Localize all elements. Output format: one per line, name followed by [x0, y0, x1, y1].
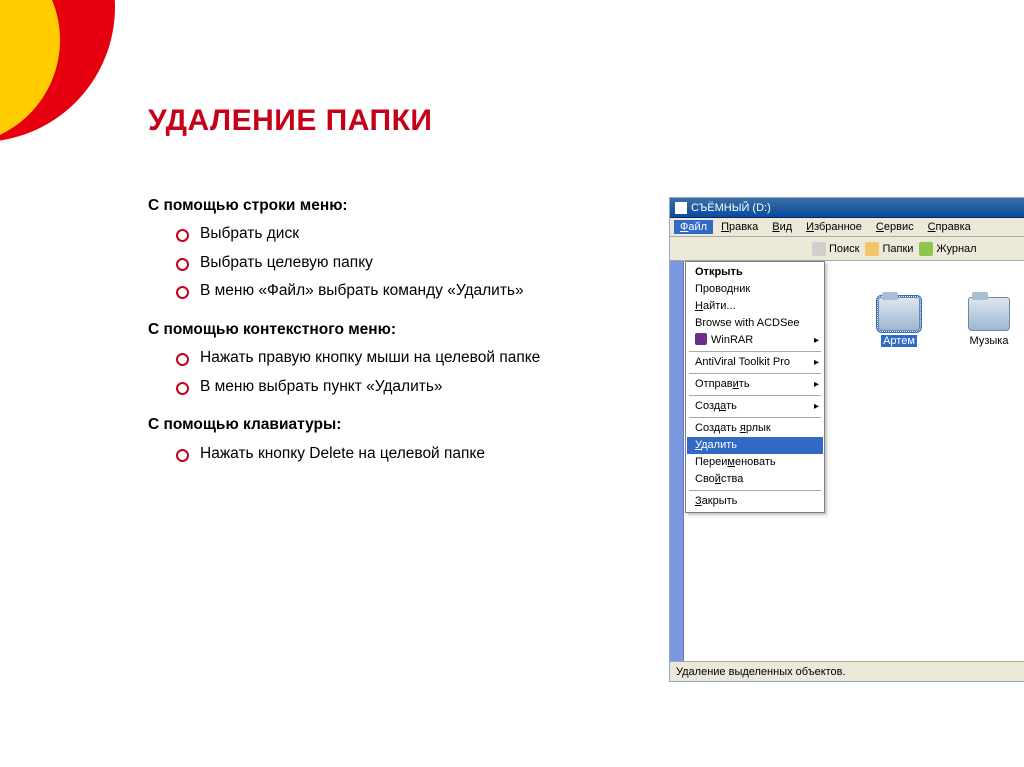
folder-icon	[878, 297, 920, 331]
menu-item[interactable]: AntiViral Toolkit Pro	[687, 354, 823, 371]
bullet-item: Нажать правую кнопку мыши на целевой пап…	[176, 347, 598, 369]
folders-button[interactable]: Папки	[865, 242, 913, 256]
toolbar[interactable]: Поиск Папки Журнал	[670, 237, 1024, 261]
section-heading: С помощью контекстного меню:	[148, 319, 598, 341]
bullet-item: Выбрать диск	[176, 223, 598, 245]
explorer-sidebar	[670, 261, 684, 661]
menu-избранное[interactable]: Избранное	[800, 220, 868, 234]
menu-вид[interactable]: Вид	[766, 220, 798, 234]
slide-title: УДАЛЕНИЕ ПАПКИ	[148, 104, 432, 138]
menu-item[interactable]: Создать ярлык	[687, 420, 823, 437]
menu-separator	[689, 417, 821, 418]
window-title: СЪЁМНЫЙ (D:)	[691, 202, 771, 214]
menu-item[interactable]: Открыть	[687, 264, 823, 281]
menu-item[interactable]: Создать	[687, 398, 823, 415]
section-heading: С помощью клавиатуры:	[148, 414, 598, 436]
menu-item[interactable]: Переименовать	[687, 454, 823, 471]
slide-content: С помощью строки меню:Выбрать дискВыбрат…	[148, 195, 598, 473]
search-label: Поиск	[829, 243, 859, 255]
menu-separator	[689, 373, 821, 374]
menu-item[interactable]: Найти...	[687, 298, 823, 315]
search-icon	[812, 242, 826, 256]
journal-label: Журнал	[936, 243, 976, 255]
menu-item[interactable]: Удалить	[687, 437, 823, 454]
bullet-item: В меню «Файл» выбрать команду «Удалить»	[176, 280, 598, 302]
menu-separator	[689, 351, 821, 352]
bullet-list: Нажать кнопку Delete на целевой папке	[148, 443, 598, 465]
file-dropdown-menu[interactable]: ОткрытьПроводникНайти...Browse with ACDS…	[685, 261, 825, 513]
explorer-client-area[interactable]: ОткрытьПроводникНайти...Browse with ACDS…	[670, 261, 1024, 661]
folders-icon	[865, 242, 879, 256]
status-text: Удаление выделенных объектов.	[676, 666, 846, 678]
journal-icon	[919, 242, 933, 256]
explorer-window: СЪЁМНЫЙ (D:) ФайлПравкаВидИзбранноеСерви…	[670, 198, 1024, 681]
folders-label: Папки	[882, 243, 913, 255]
status-bar: Удаление выделенных объектов.	[670, 661, 1024, 681]
section-heading: С помощью строки меню:	[148, 195, 598, 217]
bullet-list: Нажать правую кнопку мыши на целевой пап…	[148, 347, 598, 398]
bullet-item: Выбрать целевую папку	[176, 252, 598, 274]
folder-label: Артем	[881, 335, 917, 347]
menu-item[interactable]: Проводник	[687, 281, 823, 298]
menu-item[interactable]: Отправить	[687, 376, 823, 393]
bullet-item: Нажать кнопку Delete на целевой папке	[176, 443, 598, 465]
journal-button[interactable]: Журнал	[919, 242, 976, 256]
menubar[interactable]: ФайлПравкаВидИзбранноеСервисСправка	[670, 218, 1024, 237]
window-titlebar[interactable]: СЪЁМНЫЙ (D:)	[670, 198, 1024, 218]
menu-справка[interactable]: Справка	[922, 220, 977, 234]
menu-item[interactable]: Browse with ACDSee	[687, 315, 823, 332]
folder-icon	[968, 297, 1010, 331]
menu-item[interactable]: Закрыть	[687, 493, 823, 510]
menu-правка[interactable]: Правка	[715, 220, 764, 234]
folder-item-artem[interactable]: Артем	[862, 297, 936, 347]
menu-separator	[689, 490, 821, 491]
folder-item-music[interactable]: Музыка	[952, 297, 1024, 347]
menu-item[interactable]: Свойства	[687, 471, 823, 488]
drive-icon	[675, 202, 687, 214]
menu-файл[interactable]: Файл	[674, 220, 713, 234]
menu-item[interactable]: WinRAR	[687, 332, 823, 349]
search-button[interactable]: Поиск	[812, 242, 859, 256]
bullet-item: В меню выбрать пункт «Удалить»	[176, 376, 598, 398]
folder-label: Музыка	[970, 335, 1009, 347]
menu-сервис[interactable]: Сервис	[870, 220, 920, 234]
menu-separator	[689, 395, 821, 396]
bullet-list: Выбрать диск Выбрать целевую папку В меню …	[148, 223, 598, 302]
